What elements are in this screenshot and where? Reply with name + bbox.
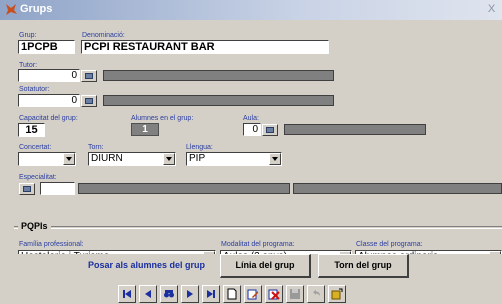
pqpi-group-title: PQPIs [18, 221, 51, 231]
exit-door-icon [331, 288, 343, 300]
last-record-button[interactable] [202, 285, 220, 303]
tutor-name-display [103, 70, 334, 81]
next-icon [187, 290, 193, 298]
torn-del-grup-button[interactable]: Torn del grup [318, 254, 409, 278]
sotatutor-label: Sotatutor: [19, 86, 50, 93]
aula-lookup-button[interactable] [262, 124, 278, 136]
llengua-dropdown-icon[interactable] [269, 153, 281, 165]
next-record-button[interactable] [181, 285, 199, 303]
binoculars-icon [164, 290, 174, 298]
posar-label: Posar als alumnes del grup [88, 260, 206, 270]
grup-input[interactable]: 1PCPB [18, 40, 75, 54]
alumnes-label: Alumnes en el grup: [131, 115, 194, 122]
close-button[interactable]: X [485, 3, 498, 16]
especialitat-label: Especialitat: [19, 174, 57, 181]
list-icon [266, 127, 274, 133]
edit-record-button[interactable] [244, 285, 262, 303]
torn-dropdown-icon[interactable] [163, 153, 175, 165]
new-record-button[interactable] [223, 285, 241, 303]
aula-input[interactable]: 0 [243, 123, 261, 136]
tutor-label: Tutor: [19, 62, 38, 69]
exit-button[interactable] [328, 285, 346, 303]
list-icon [23, 186, 31, 192]
pqpi-group-line [14, 226, 502, 229]
familia-label: Família professional: [19, 241, 84, 248]
delete-record-button[interactable] [265, 285, 283, 303]
last-icon [207, 290, 215, 298]
prev-icon [145, 290, 151, 298]
delete-icon [268, 289, 280, 300]
llengua-label: Llengua: [186, 144, 213, 151]
aula-name-display [284, 124, 426, 135]
especialitat-name-display [78, 183, 290, 194]
undo-icon [313, 290, 320, 296]
denominacio-label: Denominació: [82, 32, 125, 39]
edit-icon [247, 289, 258, 300]
list-icon [85, 73, 93, 79]
capacitat-input[interactable]: 15 [18, 123, 45, 137]
llengua-select[interactable]: PIP [186, 152, 282, 166]
alumnes-count: 1 [131, 123, 159, 136]
especialitat-lookup-button[interactable] [19, 183, 35, 195]
tutor-lookup-button[interactable] [81, 70, 97, 82]
grups-window: Grups X Grup: 1PCPB Denominació: PCPI RE… [0, 0, 502, 304]
app-icon [6, 4, 17, 15]
modalitat-label: Modalitat del programa: [221, 241, 295, 248]
actions-panel: Posar als alumnes del grup Línia del gru… [0, 254, 502, 282]
undo-button[interactable] [307, 285, 325, 303]
tutor-input[interactable]: 0 [18, 69, 80, 82]
classe-label: Classe del programa: [356, 241, 423, 248]
aula-label: Aula: [243, 115, 259, 122]
capacitat-label: Capacitat del grup: [19, 115, 78, 122]
sotatutor-lookup-button[interactable] [81, 95, 97, 107]
title-bar: Grups X [0, 0, 502, 20]
list-icon [85, 98, 93, 104]
especialitat-input[interactable] [40, 182, 75, 195]
denominacio-input[interactable]: PCPI RESTAURANT BAR [81, 40, 329, 54]
save-icon [290, 289, 300, 299]
especialitat-description-display [293, 183, 502, 194]
first-icon [123, 290, 131, 298]
sotatutor-input[interactable]: 0 [18, 94, 80, 107]
torn-label: Torn: [88, 144, 104, 151]
search-record-button[interactable] [160, 285, 178, 303]
grup-label: Grup: [19, 32, 37, 39]
sotatutor-name-display [103, 95, 334, 106]
window-title: Grups [20, 3, 53, 15]
first-record-button[interactable] [118, 285, 136, 303]
prev-record-button[interactable] [139, 285, 157, 303]
save-record-button[interactable] [286, 285, 304, 303]
concertat-label: Concertat: [19, 144, 52, 151]
new-document-icon [227, 288, 237, 300]
concertat-dropdown-icon[interactable] [63, 153, 75, 165]
linia-del-grup-button[interactable]: Línia del grup [220, 254, 311, 278]
